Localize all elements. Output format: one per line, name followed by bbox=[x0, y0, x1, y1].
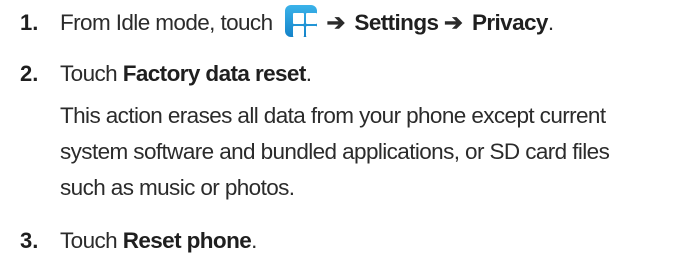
factory-data-reset-label: Factory data reset bbox=[122, 61, 307, 86]
menu-privacy: Privacy bbox=[471, 10, 548, 35]
description-line: system software and bundled applications… bbox=[60, 139, 610, 164]
step-1-text: From Idle mode, touch ➔ Settings ➔ Privac… bbox=[60, 5, 665, 38]
applications-grid-icon bbox=[284, 5, 317, 38]
reset-phone-label: Reset phone bbox=[122, 228, 252, 253]
menu-settings: Settings bbox=[354, 10, 439, 35]
arrow-icon: ➔ bbox=[326, 10, 346, 35]
step-2-description: This action erases all data from your ph… bbox=[60, 98, 665, 206]
step-3-prefix: Touch bbox=[60, 228, 123, 253]
step-2-prefix: Touch bbox=[60, 61, 123, 86]
arrow-icon: ➔ bbox=[444, 10, 463, 35]
step-number: 3. bbox=[20, 228, 39, 253]
description-line: This action erases all data from your ph… bbox=[60, 103, 606, 128]
step-2-text: Touch Factory data reset. bbox=[60, 61, 665, 87]
period: . bbox=[547, 10, 554, 35]
step-number: 2. bbox=[20, 61, 39, 86]
step-3-text: Touch Reset phone. bbox=[60, 228, 665, 254]
step-1-lead: From Idle mode, touch bbox=[60, 10, 273, 35]
period: . bbox=[251, 228, 257, 253]
description-line: such as music or photos. bbox=[60, 175, 295, 200]
period: . bbox=[305, 61, 312, 86]
step-number: 1. bbox=[20, 10, 39, 35]
